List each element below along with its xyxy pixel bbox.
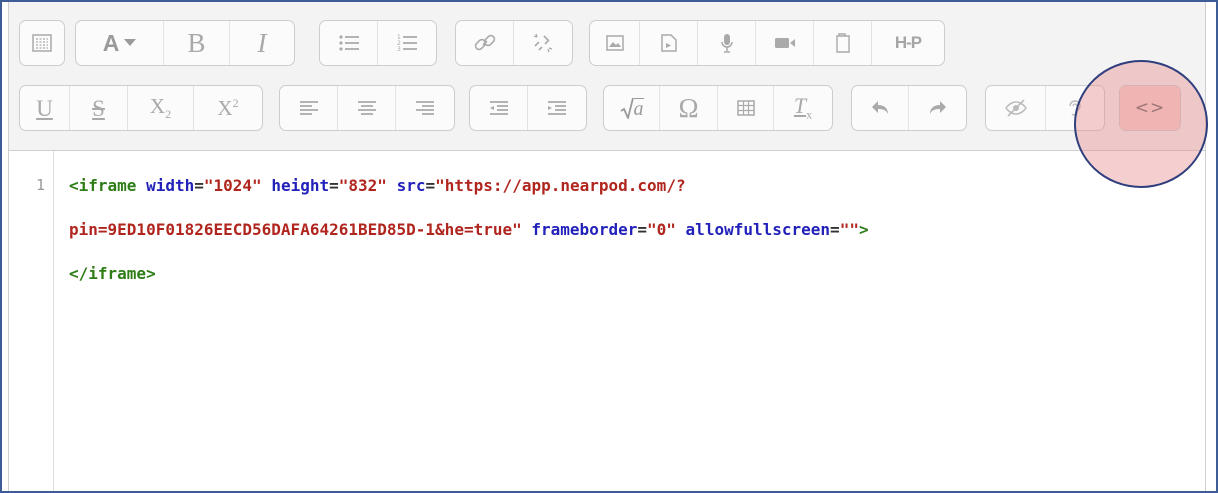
strikethrough-button[interactable]: S: [70, 86, 128, 130]
undo-button[interactable]: [852, 86, 910, 130]
image-button[interactable]: [590, 21, 640, 65]
indent-icon: [548, 101, 566, 115]
special-character-button[interactable]: Ω: [660, 86, 718, 130]
align-right-icon: [416, 101, 434, 115]
clear-formatting-icon: Tx: [793, 93, 813, 122]
record-audio-button[interactable]: [698, 21, 756, 65]
subscript-icon: X2: [149, 93, 172, 122]
indent-button[interactable]: [528, 86, 586, 130]
underline-icon: U: [36, 95, 53, 121]
record-video-icon: [774, 38, 795, 48]
media-icon: [660, 34, 677, 52]
code-line-1: <iframe width="1024" height="832" src="h…: [69, 176, 686, 195]
unordered-list-button[interactable]: [320, 21, 378, 65]
subscript-button[interactable]: X2: [128, 86, 194, 130]
media-button[interactable]: [640, 21, 698, 65]
svg-text:3: 3: [397, 46, 401, 53]
html-toggle-button[interactable]: <>: [1120, 86, 1180, 130]
toolbar-group-indent: [469, 85, 587, 131]
record-video-button[interactable]: [756, 21, 814, 65]
unlink-button[interactable]: [514, 21, 572, 65]
toolbar-group-insert: a Ω Tx: [603, 85, 833, 131]
align-left-icon: [299, 101, 318, 115]
code-line-1-wrap: pin=9ED10F01826EECD56DAFA64261BED85D-1&h…: [69, 220, 869, 239]
italic-icon: I: [257, 27, 267, 58]
accessibility-checker-button[interactable]: [986, 86, 1046, 130]
screenreader-helper-button[interactable]: [1046, 86, 1104, 130]
clear-formatting-button[interactable]: Tx: [774, 86, 832, 130]
ordered-list-icon: 123: [397, 34, 417, 53]
toolbar-group-align: [279, 85, 455, 131]
underline-button[interactable]: U: [20, 86, 70, 130]
line-number-gutter: 1: [9, 151, 54, 491]
font-color-button[interactable]: A: [76, 21, 164, 65]
align-center-button[interactable]: [338, 86, 396, 130]
ordered-list-button[interactable]: 123: [378, 21, 436, 65]
screenshot-frame: A B I 123 H-P U S X2 X2 a Ω Tx <> 1 <ifr…: [0, 0, 1218, 493]
accessibility-checker-icon: [1004, 99, 1027, 117]
align-right-button[interactable]: [396, 86, 454, 130]
code-line-1-wrap-2: </iframe>: [69, 264, 156, 283]
html-source-editor[interactable]: 1 <iframe width="1024" height="832" src=…: [9, 151, 1205, 491]
line-number: 1: [35, 176, 45, 194]
undo-icon: [872, 101, 888, 114]
align-left-button[interactable]: [280, 86, 338, 130]
toolbar-group-style: A B I: [75, 20, 295, 66]
align-center-icon: [357, 101, 376, 115]
manage-files-button[interactable]: [814, 21, 872, 65]
bold-icon: B: [187, 27, 206, 58]
equation-button[interactable]: a: [604, 86, 660, 130]
h5p-icon: H-P: [894, 33, 922, 52]
h5p-button[interactable]: H-P: [872, 21, 944, 65]
outdent-button[interactable]: [470, 86, 528, 130]
superscript-icon: X2: [217, 96, 239, 120]
table-button[interactable]: [718, 86, 774, 130]
redo-icon: [929, 101, 946, 114]
toolbar-group-accessibility: [985, 85, 1105, 131]
unordered-list-icon: [338, 35, 359, 51]
redo-button[interactable]: [909, 86, 966, 130]
editor-toolbar: A B I 123 H-P U S X2 X2 a Ω Tx <>: [9, 2, 1205, 151]
bold-button[interactable]: B: [164, 21, 230, 65]
toolbar-group-files: H-P: [589, 20, 945, 66]
outdent-icon: [489, 101, 508, 115]
unlink-icon: [533, 33, 553, 53]
html-toggle-icon: <>: [1134, 98, 1166, 118]
toolbar-group-html: <>: [1119, 85, 1181, 131]
table-icon: [736, 100, 755, 116]
italic-button[interactable]: I: [230, 21, 294, 65]
toolbar-group-collapse: [19, 20, 65, 66]
show-more-buttons-icon: [32, 34, 52, 52]
record-audio-icon: [720, 34, 733, 53]
special-character-icon: Ω: [678, 92, 699, 123]
toolbar-group-text-effects: U S X2 X2: [19, 85, 263, 131]
atto-editor: A B I 123 H-P U S X2 X2 a Ω Tx <> 1 <ifr…: [8, 2, 1206, 491]
image-icon: [605, 35, 624, 51]
link-icon: [474, 34, 495, 51]
show-more-buttons[interactable]: [20, 21, 64, 65]
link-button[interactable]: [456, 21, 514, 65]
toolbar-group-links: [455, 20, 573, 66]
equation-icon: a: [620, 97, 644, 119]
toolbar-group-lists: 123: [319, 20, 437, 66]
superscript-button[interactable]: X2: [194, 86, 262, 130]
strikethrough-icon: S: [92, 95, 105, 121]
screenreader-helper-icon: [1069, 100, 1081, 116]
toolbar-group-history: [851, 85, 967, 131]
manage-files-icon: [835, 33, 850, 53]
font-color-icon: A: [103, 31, 137, 55]
